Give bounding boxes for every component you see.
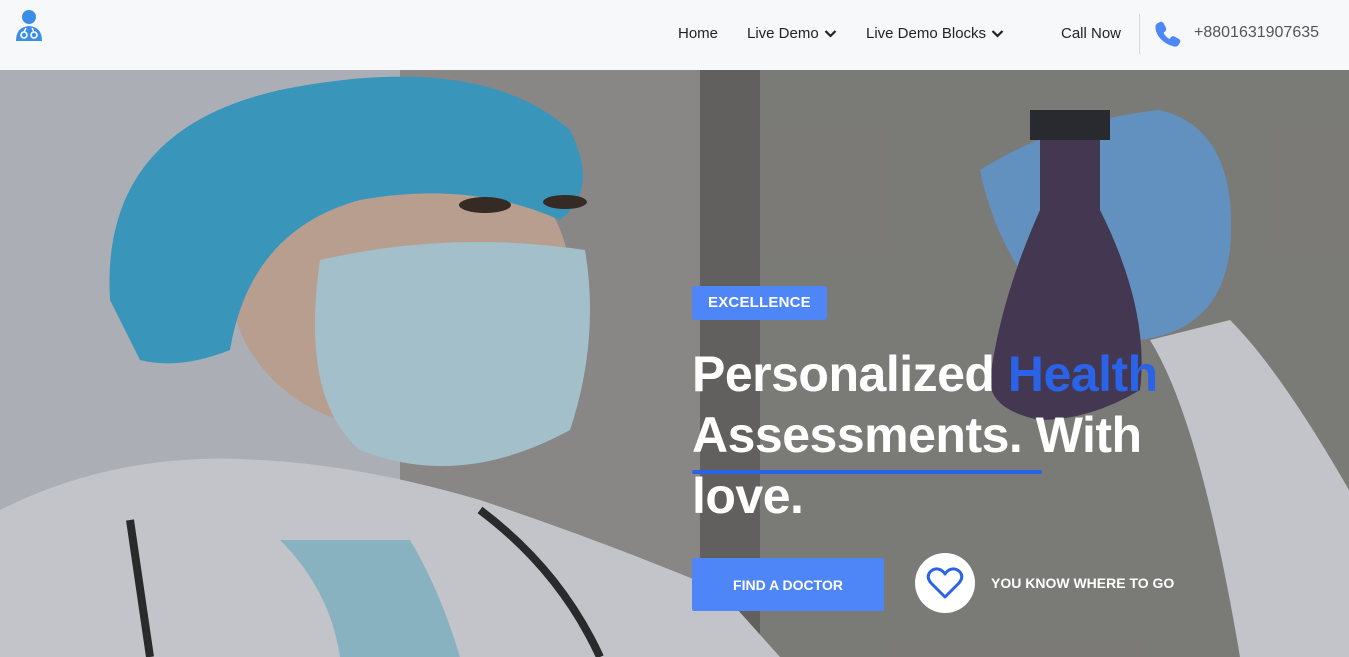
site-header: Home Live Demo Live Demo Blocks Call Now… — [0, 0, 1349, 70]
call-now-link[interactable]: Call Now — [1061, 25, 1121, 42]
find-a-doctor-label: FIND A DOCTOR — [733, 576, 843, 593]
headline-text-1: Personalized — [692, 346, 1008, 402]
nav-home[interactable]: Home — [678, 25, 718, 42]
hero-tagline: YOU KNOW WHERE TO GO — [991, 575, 1175, 591]
nav-home-label: Home — [678, 25, 719, 42]
hero-section: EXCELLENCE Personalized Health Assessmen… — [0, 70, 1349, 657]
chevron-down-icon — [991, 29, 1004, 38]
chevron-down-icon — [824, 29, 836, 38]
headline-accent-text: Health — [1007, 346, 1158, 402]
find-a-doctor-button[interactable]: FIND A DOCTOR — [692, 558, 884, 611]
nav-live-demo-label: Live Demo — [747, 25, 819, 42]
phone-number[interactable]: +8801631907635 — [1194, 24, 1319, 42]
call-now-label: Call Now — [1061, 25, 1122, 42]
heart-icon — [926, 567, 964, 599]
nav-live-demo-blocks-label: Live Demo Blocks — [866, 25, 987, 42]
phone-icon[interactable] — [1154, 20, 1182, 48]
nav-live-demo[interactable]: Live Demo — [747, 25, 837, 42]
nav-live-demo-blocks[interactable]: Live Demo Blocks — [866, 25, 1004, 42]
headline-underline — [692, 470, 1042, 474]
header-divider — [1139, 14, 1140, 54]
doctor-logo-icon[interactable] — [14, 9, 44, 43]
excellence-badge: EXCELLENCE — [692, 286, 827, 320]
heart-button[interactable] — [915, 553, 975, 613]
hero-headline: Personalized Health Assessments. With lo… — [692, 344, 1252, 527]
headline-text-2: Assessments. With love. — [692, 407, 1142, 524]
